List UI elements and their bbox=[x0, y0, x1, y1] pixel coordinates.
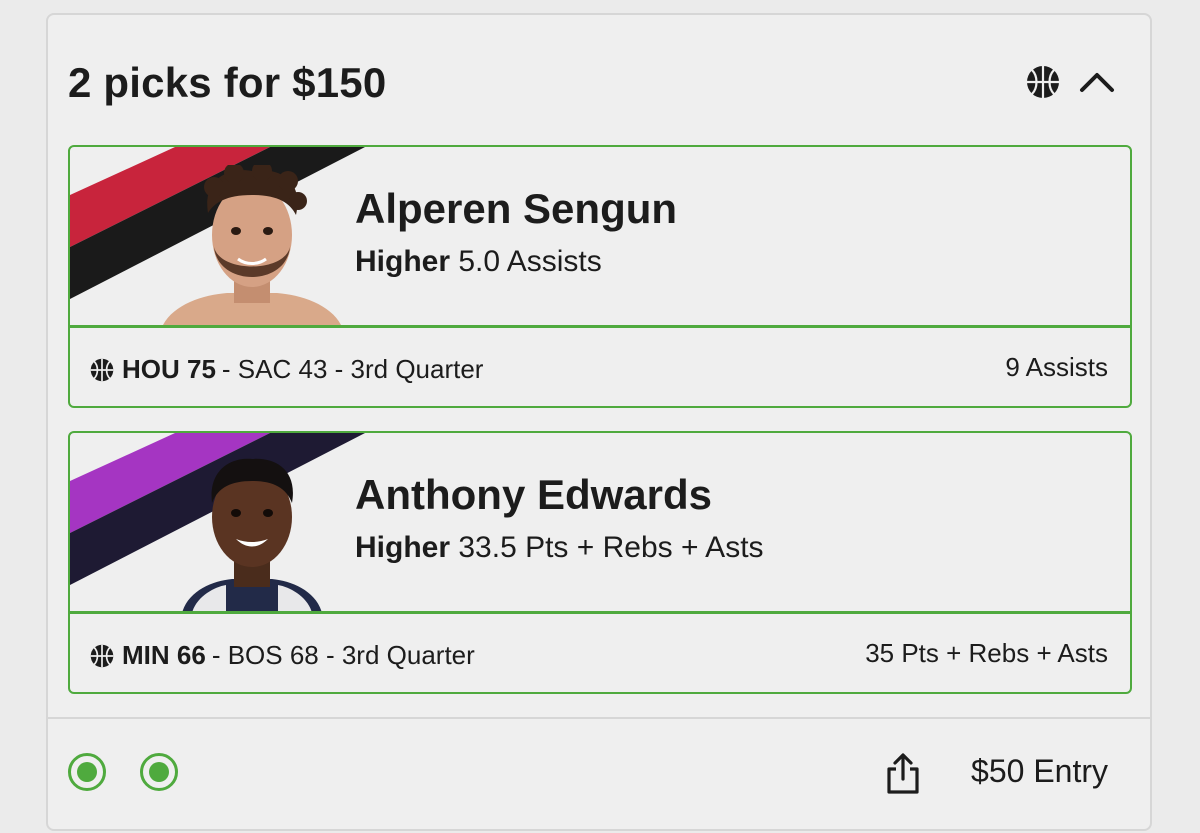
stat-result: 35 Pts + Rebs + Asts bbox=[865, 638, 1108, 668]
card-title: 2 picks for $150 bbox=[68, 59, 387, 106]
player-name: Alperen Sengun bbox=[355, 185, 678, 232]
pick-card-sengun[interactable]: Alperen Sengun Higher 5.0 Assists HOU 75… bbox=[68, 145, 1132, 408]
game-opponent-period: - SAC 43 - 3rd Quarter bbox=[221, 354, 484, 384]
entry-card: 2 picks for $150 Alperen Sengun Higher 5… bbox=[46, 13, 1152, 831]
game-team-score: MIN 66 bbox=[122, 640, 206, 670]
pick-status-indicator bbox=[68, 753, 106, 791]
share-icon[interactable] bbox=[886, 751, 920, 795]
basketball-icon bbox=[90, 358, 114, 381]
header-actions bbox=[1026, 65, 1116, 99]
basketball-icon bbox=[90, 644, 114, 667]
pick-header: Alperen Sengun Higher 5.0 Assists bbox=[70, 147, 1130, 325]
stat-result: 9 Assists bbox=[1005, 352, 1108, 382]
collapse-button[interactable] bbox=[1078, 65, 1116, 99]
game-team-score: HOU 75 bbox=[122, 354, 216, 384]
chevron-up-icon bbox=[1080, 73, 1114, 92]
game-opponent-period: - BOS 68 - 3rd Quarter bbox=[211, 640, 475, 670]
pick-line: Higher 33.5 Pts + Rebs + Asts bbox=[355, 531, 764, 565]
pick-header: Anthony Edwards Higher 33.5 Pts + Rebs +… bbox=[70, 433, 1130, 611]
pick-status-indicator bbox=[140, 753, 178, 791]
pick-stat-line: 5.0 Assists bbox=[458, 245, 602, 278]
entry-amount[interactable]: $50 Entry bbox=[971, 753, 1108, 790]
game-info: MIN 66 - BOS 68 - 3rd Quarter bbox=[90, 640, 475, 671]
pick-card-edwards[interactable]: Anthony Edwards Higher 33.5 Pts + Rebs +… bbox=[68, 431, 1132, 694]
game-status-row: HOU 75 - SAC 43 - 3rd Quarter 9 Assists bbox=[70, 328, 1130, 406]
basketball-icon bbox=[1027, 66, 1059, 98]
player-name: Anthony Edwards bbox=[355, 471, 713, 518]
game-status-row: MIN 66 - BOS 68 - 3rd Quarter 35 Pts + R… bbox=[70, 614, 1130, 692]
pick-direction: Higher bbox=[355, 245, 451, 278]
footer-divider bbox=[48, 717, 1150, 719]
player-headshot bbox=[182, 458, 322, 611]
pick-stat-line: 33.5 Pts + Rebs + Asts bbox=[458, 531, 764, 564]
game-info: HOU 75 - SAC 43 - 3rd Quarter bbox=[90, 354, 483, 385]
player-headshot bbox=[163, 165, 341, 325]
pick-direction: Higher bbox=[355, 531, 451, 564]
pick-line: Higher 5.0 Assists bbox=[355, 245, 602, 279]
